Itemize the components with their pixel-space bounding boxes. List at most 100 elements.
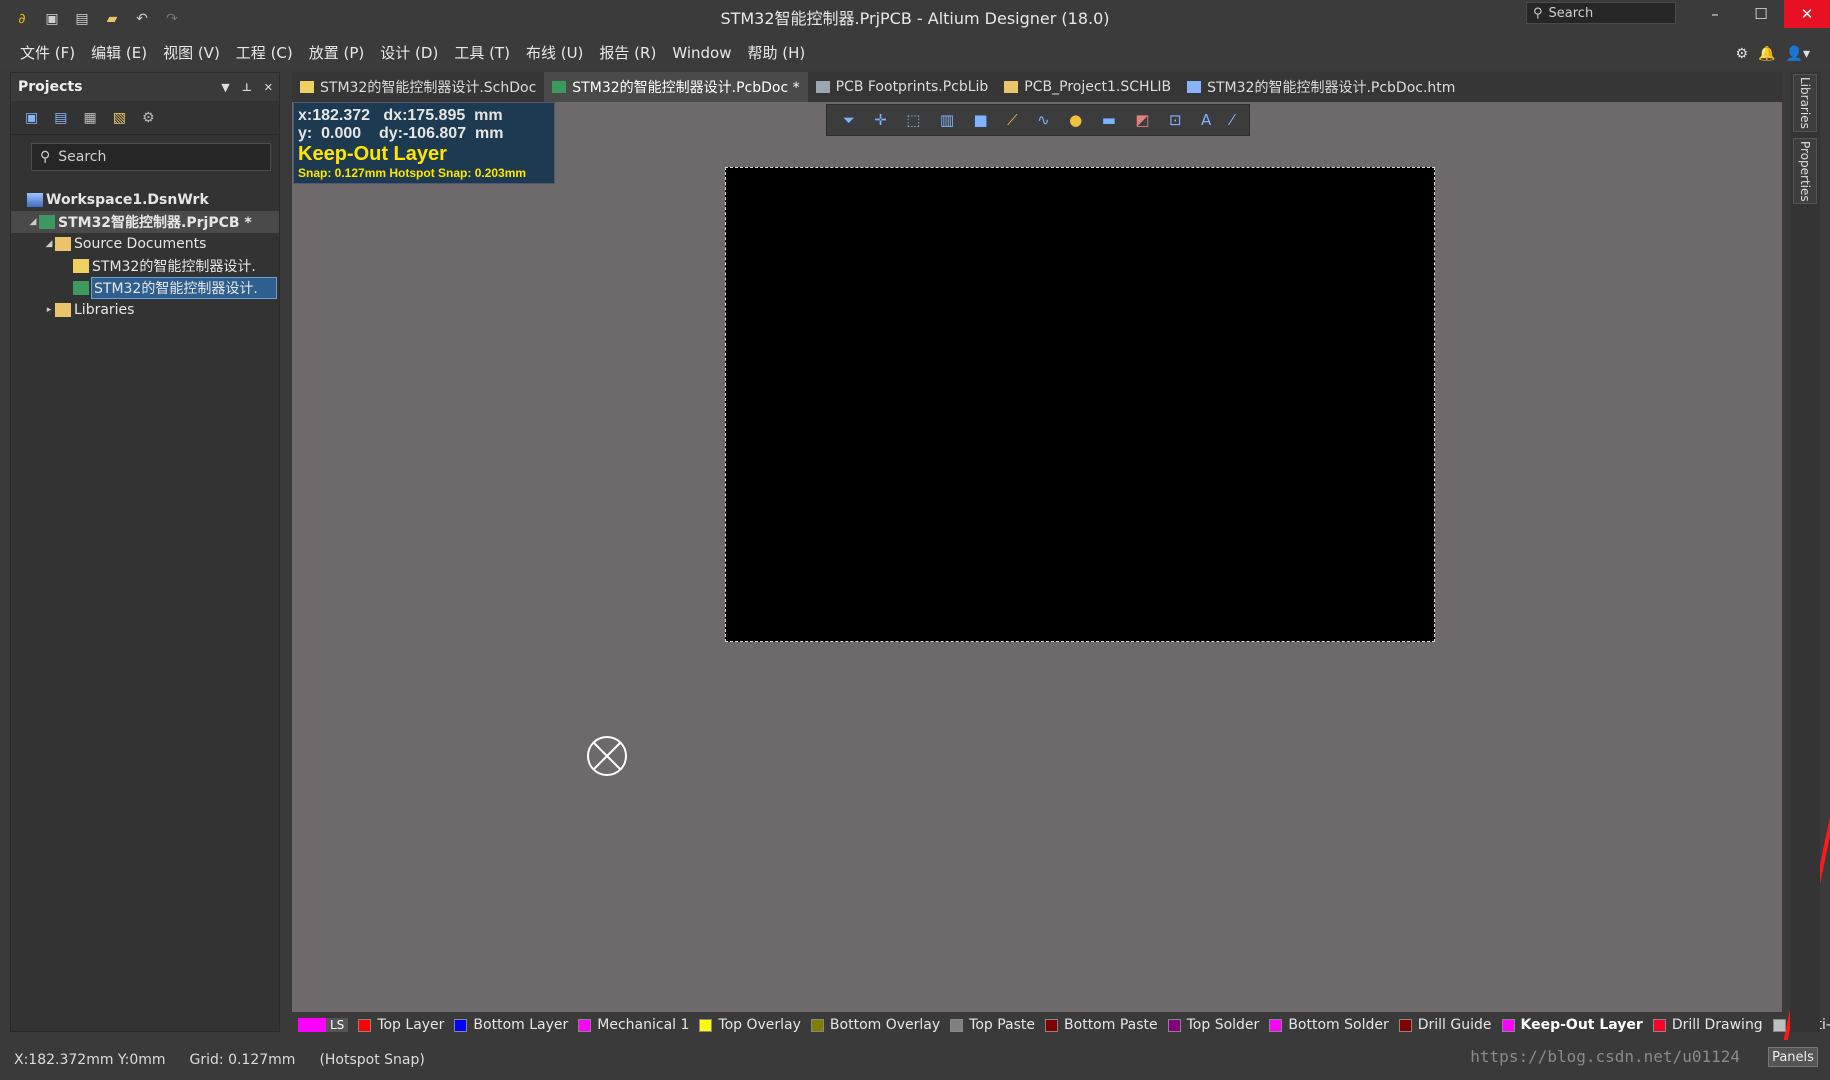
user-icon[interactable]: 👤▾ <box>1786 46 1810 62</box>
layer-swatch <box>1501 1018 1515 1032</box>
settings-icon[interactable]: ⚙ <box>142 110 155 126</box>
layer-tab-drill-guide[interactable]: Drill Guide <box>1398 1017 1492 1033</box>
projects-toolbar: ▣ ▤ ▦ ▧ ⚙ <box>11 101 279 135</box>
tab-pcblib[interactable]: PCB Footprints.PcbLib <box>808 72 997 102</box>
layer-tab-drill-drawing[interactable]: Drill Drawing <box>1652 1017 1763 1033</box>
menu-reports[interactable]: 报告 (R) <box>591 37 664 70</box>
keepout-icon[interactable]: ◩ <box>1135 111 1149 129</box>
ls-button[interactable]: LS <box>326 1018 349 1032</box>
layer-label: Bottom Paste <box>1064 1017 1158 1033</box>
save-icon[interactable]: ▣ <box>44 11 60 27</box>
hud-current-layer: Keep-Out Layer <box>298 143 447 165</box>
layer-swatch <box>1652 1018 1666 1032</box>
layer-tab-mechanical-1[interactable]: Mechanical 1 <box>578 1017 689 1033</box>
title-search-box[interactable]: ⚲ Search <box>1526 2 1676 24</box>
tree-item-schdoc[interactable]: STM32的智能控制器设计. <box>11 255 279 277</box>
minimize-button[interactable]: – <box>1692 0 1738 28</box>
menu-route[interactable]: 布线 (U) <box>518 37 591 70</box>
tab-label: STM32的智能控制器设计.PcbDoc * <box>572 80 800 96</box>
projects-panel-header: Projects ▼ ⊥ ✕ <box>11 73 279 101</box>
properties-panel-tab[interactable]: Properties <box>1793 138 1817 204</box>
route-icon[interactable]: ⟋ <box>1007 111 1018 129</box>
layer-tab-bottom-layer[interactable]: Bottom Layer <box>454 1017 568 1033</box>
filter-icon[interactable]: ⏷ <box>843 111 855 129</box>
libraries-panel-tab[interactable]: Libraries <box>1793 74 1817 132</box>
dimension-icon[interactable]: ⊡ <box>1169 111 1182 129</box>
align-icon[interactable]: ▥ <box>940 111 954 129</box>
status-snap-mode: (Hotspot Snap) <box>319 1052 425 1068</box>
tree-item-label: STM32智能控制器.PrjPCB * <box>58 215 252 231</box>
undo-icon[interactable]: ↶ <box>134 11 150 27</box>
save-all-icon[interactable]: ▤ <box>74 11 90 27</box>
bell-icon[interactable]: 🔔 <box>1758 46 1775 62</box>
tab-pcbdoc[interactable]: STM32的智能控制器设计.PcbDoc * <box>544 72 808 102</box>
projects-search-input[interactable]: ⚲ Search <box>31 143 271 171</box>
pcb-board-area[interactable] <box>725 167 1435 642</box>
collapse-icon[interactable]: ◢ <box>27 217 39 227</box>
panel-menu-icon[interactable]: ▼ <box>221 81 229 94</box>
layer-tab-top-layer[interactable]: Top Layer <box>358 1017 444 1033</box>
tree-item-workspace[interactable]: Workspace1.DsnWrk <box>11 189 279 211</box>
text-icon[interactable]: A <box>1201 111 1211 129</box>
menu-help[interactable]: 帮助 (H) <box>739 37 813 70</box>
panel-close-icon[interactable]: ✕ <box>264 81 273 94</box>
projects-panel: Projects ▼ ⊥ ✕ ▣ ▤ ▦ ▧ ⚙ ⚲ Search Worksp… <box>10 72 280 1032</box>
layer-tab-top-paste[interactable]: Top Paste <box>950 1017 1035 1033</box>
menu-file[interactable]: 文件 (F) <box>12 37 83 70</box>
pcb-library-icon <box>815 81 830 93</box>
layer-tab-top-overlay[interactable]: Top Overlay <box>699 1017 801 1033</box>
layer-tabs: LS Top Layer Bottom Layer Mechanical 1 T… <box>292 1012 1830 1038</box>
redo-icon[interactable]: ↷ <box>164 11 180 27</box>
tree-item-project[interactable]: ◢ STM32智能控制器.PrjPCB * <box>11 211 279 233</box>
app-logo-icon[interactable]: ∂ <box>14 11 30 27</box>
menu-view[interactable]: 视图 (V) <box>155 37 228 70</box>
layer-tab-bottom-paste[interactable]: Bottom Paste <box>1045 1017 1158 1033</box>
layer-tab-bottom-overlay[interactable]: Bottom Overlay <box>810 1017 940 1033</box>
menu-tools[interactable]: 工具 (T) <box>446 37 518 70</box>
tab-schdoc[interactable]: STM32的智能控制器设计.SchDoc <box>292 72 544 102</box>
tree-item-libraries[interactable]: ▸ Libraries <box>11 299 279 321</box>
expand-icon[interactable]: ▸ <box>43 305 55 315</box>
tab-htm[interactable]: STM32的智能控制器设计.PcbDoc.htm <box>1179 72 1463 102</box>
doc-add-icon[interactable]: ▦ <box>83 110 96 126</box>
layer-set-selector[interactable]: LS <box>298 1018 349 1032</box>
search-icon: ⚲ <box>1533 5 1543 21</box>
diff-pair-icon[interactable]: ∿ <box>1037 111 1050 129</box>
via-icon[interactable]: ● <box>1069 111 1082 129</box>
move-cross-icon[interactable]: ✛ <box>874 111 887 129</box>
pin-icon[interactable]: ⊥ <box>242 81 252 94</box>
component-icon[interactable]: ■ <box>974 111 988 129</box>
layer-tab-bottom-solder[interactable]: Bottom Solder <box>1269 1017 1389 1033</box>
menu-window[interactable]: Window <box>664 37 739 70</box>
tree-item-pcbdoc[interactable]: STM32的智能控制器设计. <box>11 277 279 299</box>
menu-project[interactable]: 工程 (C) <box>228 37 301 70</box>
polygon-icon[interactable]: ▬ <box>1102 111 1116 129</box>
layer-label: Drill Drawing <box>1671 1017 1763 1033</box>
line-icon[interactable]: ⁄ <box>1231 111 1234 129</box>
collapse-icon[interactable]: ◢ <box>43 239 55 249</box>
open-folder-icon[interactable]: ▰ <box>104 11 120 27</box>
tree-item-source-documents[interactable]: ◢ Source Documents <box>11 233 279 255</box>
save-project-icon[interactable]: ▣ <box>25 110 38 126</box>
menu-edit[interactable]: 编辑 (E) <box>83 37 155 70</box>
doc-remove-icon[interactable]: ▧ <box>113 110 126 126</box>
schematic-doc-icon <box>73 259 89 273</box>
maximize-button[interactable]: ☐ <box>1738 0 1784 28</box>
folder-icon <box>55 237 71 251</box>
tab-schlib[interactable]: PCB_Project1.SCHLIB <box>996 72 1179 102</box>
menu-design[interactable]: 设计 (D) <box>372 37 446 70</box>
layer-tab-top-solder[interactable]: Top Solder <box>1167 1017 1259 1033</box>
menu-bar: 文件 (F) 编辑 (E) 视图 (V) 工程 (C) 放置 (P) 设计 (D… <box>0 37 1830 70</box>
pcb-project-icon <box>39 215 55 229</box>
search-icon: ⚲ <box>40 149 51 165</box>
layer-swatch <box>1269 1018 1283 1032</box>
gear-icon[interactable]: ⚙ <box>1736 46 1749 62</box>
compile-icon[interactable]: ▤ <box>54 110 67 126</box>
menu-place[interactable]: 放置 (P) <box>301 37 373 70</box>
layer-tab-keep-out-layer[interactable]: Keep-Out Layer <box>1501 1017 1643 1033</box>
select-rect-icon[interactable]: ⬚ <box>906 111 920 129</box>
panels-button[interactable]: Panels <box>1768 1047 1818 1067</box>
close-button[interactable]: ✕ <box>1784 0 1830 28</box>
tree-item-label: STM32的智能控制器设计. <box>91 277 277 299</box>
pcb-canvas[interactable]: x:182.372 dx:175.895 mm y: 0.000 dy:-106… <box>292 102 1830 1080</box>
